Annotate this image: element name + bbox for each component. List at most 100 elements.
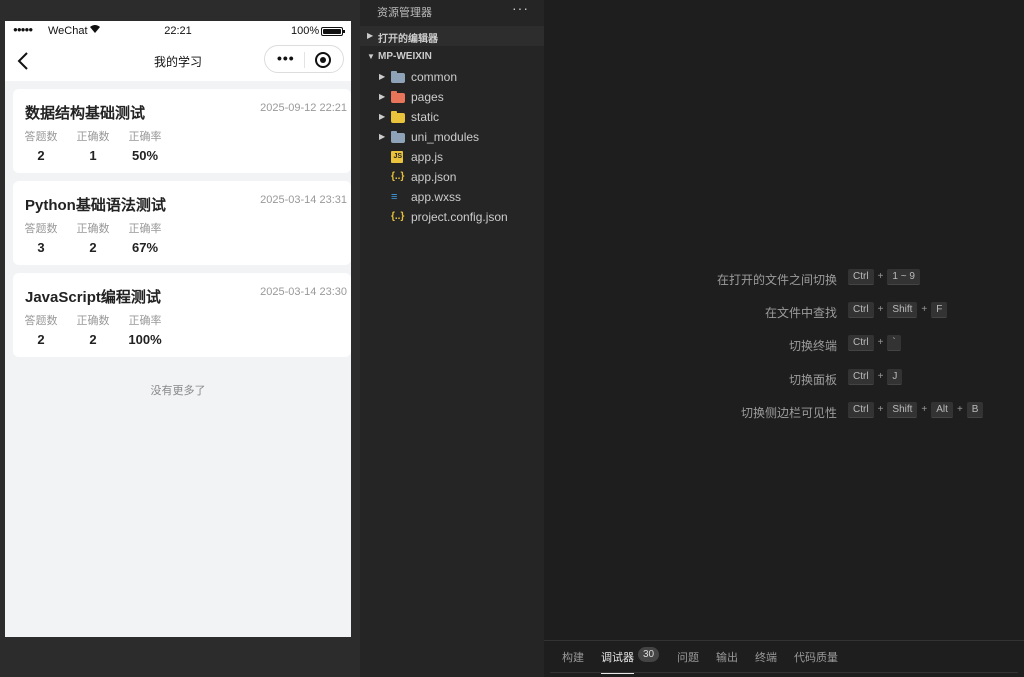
key-cap: Ctrl (848, 369, 874, 385)
shortcut-keys: Ctrl + J (848, 369, 903, 385)
shortcut-keys: Ctrl + ` (848, 335, 901, 351)
tab-debugger[interactable]: 调试器 (601, 649, 634, 674)
stat-accuracy: 正确率 67% (120, 220, 170, 255)
file-tree-item[interactable]: ▶ pages (360, 87, 544, 107)
section-label: MP-WEIXIN (378, 51, 432, 62)
key-cap: F (931, 302, 948, 318)
stat-value: 2 (37, 148, 45, 163)
file-tree-item[interactable]: {..} app.json (360, 167, 544, 187)
shortcut-row: 切换侧边栏可见性 Ctrl + Shift + Alt + B (544, 401, 1024, 421)
chevron-right-icon: ▶ (379, 132, 386, 141)
folder-icon (391, 131, 405, 143)
key-cap: Alt (931, 402, 953, 418)
file-tree-item[interactable]: ▶ static (360, 107, 544, 127)
plus-sign: + (877, 304, 884, 315)
tab-output[interactable]: 输出 (716, 649, 738, 665)
key-cap: B (966, 402, 984, 418)
close-miniprogram-icon[interactable] (315, 52, 331, 68)
more-actions-icon[interactable]: ··· (512, 0, 529, 16)
project-section[interactable]: ▼ MP-WEIXIN (360, 47, 544, 67)
record-title: 数据结构基础测试 (25, 105, 146, 122)
folder-static-icon (391, 111, 405, 123)
key-cap: ` (887, 335, 901, 351)
shortcut-row: 在打开的文件之间切换 Ctrl +1 ~ 9 (544, 268, 1024, 288)
panel-content-strip (550, 672, 1018, 677)
stat-answered: 答题数 2 (16, 312, 66, 347)
file-tree-item[interactable]: ≡ app.wxss (360, 187, 544, 207)
stat-accuracy: 正确率 50% (120, 128, 170, 163)
list-end-text: 没有更多了 (150, 385, 206, 397)
key-cap: Ctrl (848, 302, 874, 318)
record-date: 2025-09-12 22:21 (260, 102, 347, 114)
status-bar: ●●●●● WeChat 22:21 100% (5, 21, 351, 41)
plus-sign: + (921, 304, 928, 315)
record-card[interactable]: Python基础语法测试 2025-03-14 23:31 答题数 3 正确数 2 … (13, 181, 351, 265)
file-tree-label: common (411, 70, 458, 84)
shortcut-keys: Ctrl +1 ~ 9 (848, 269, 920, 285)
chevron-right-icon: ▶ (379, 112, 386, 121)
shortcut-name: 切换终端 (788, 339, 837, 353)
file-tree-item[interactable]: JS app.js (360, 147, 544, 167)
file-tree-item[interactable]: ▶ common (360, 67, 544, 87)
plus-sign: + (877, 337, 884, 348)
shortcut-name: 在文件中查找 (764, 306, 837, 320)
stat-label: 答题数 (24, 223, 58, 235)
shortcut-name: 切换侧边栏可见性 (740, 406, 837, 420)
file-tree-item[interactable]: ▶ uni_modules (360, 127, 544, 147)
tab-build[interactable]: 构建 (562, 649, 584, 665)
tab-code-quality[interactable]: 代码质量 (794, 649, 838, 665)
stat-accuracy: 正确率 100% (120, 312, 170, 347)
file-tree-label: app.json (411, 170, 457, 184)
key-cap: Ctrl (848, 335, 874, 351)
stat-answered: 答题数 2 (16, 128, 66, 163)
stat-value: 2 (89, 240, 97, 255)
stat-value: 67% (131, 240, 159, 255)
explorer-title: 资源管理器 (377, 7, 432, 19)
record-card[interactable]: 数据结构基础测试 2025-09-12 22:21 答题数 2 正确数 1 正确率 5… (13, 89, 351, 173)
menu-capsule: ••• (264, 45, 344, 73)
editor-area: 在打开的文件之间切换 Ctrl +1 ~ 9 在文件中查找 Ctrl + Shift + F 切换… (544, 0, 1024, 640)
phone-screen: ●●●●● WeChat 22:21 100% 我的学习 ••• 数据结构基础测… (5, 21, 351, 637)
stat-label: 正确数 (76, 131, 110, 143)
stat-label: 正确数 (76, 223, 110, 235)
open-editors-section[interactable]: ▶ 打开的编辑器 (360, 26, 544, 46)
tab-terminal[interactable]: 终端 (755, 649, 777, 665)
key-cap: J (887, 369, 903, 385)
stat-value: 2 (89, 332, 97, 347)
shortcut-name: 在打开的文件之间切换 (716, 273, 837, 287)
stat-value: 1 (89, 148, 97, 163)
plus-sign: + (877, 271, 884, 282)
stat-value: 50% (131, 148, 159, 163)
tab-problems[interactable]: 问题 (677, 649, 699, 665)
battery-icon (321, 27, 345, 36)
plus-sign: + (921, 404, 928, 415)
file-tree-label: project.config.json (411, 210, 508, 224)
record-date: 2025-03-14 23:31 (260, 194, 347, 206)
file-tree-item[interactable]: {..} project.config.json (360, 207, 544, 227)
key-cap: Ctrl (848, 402, 874, 418)
simulator-panel: ●●●●● WeChat 22:21 100% 我的学习 ••• 数据结构基础测… (0, 0, 360, 677)
stat-value: 2 (37, 332, 45, 347)
shortcut-name: 切换面板 (788, 373, 837, 387)
stat-answered: 答题数 3 (16, 220, 66, 255)
shortcut-keys: Ctrl + Shift + F (848, 302, 948, 318)
plus-sign: + (877, 404, 884, 415)
stat-label: 正确率 (128, 315, 162, 327)
record-title: JavaScript编程测试 (25, 289, 161, 306)
js-file-icon: JS (391, 151, 403, 163)
stat-label: 正确率 (128, 131, 162, 143)
nav-bar: 我的学习 ••• (5, 41, 351, 81)
more-menu-icon[interactable]: ••• (277, 50, 295, 66)
file-tree-label: app.wxss (411, 190, 462, 204)
stat-correct: 正确数 2 (68, 312, 118, 347)
plus-sign: + (956, 404, 963, 415)
stat-label: 答题数 (24, 315, 58, 327)
file-tree-label: app.js (411, 150, 444, 164)
record-card[interactable]: JavaScript编程测试 2025-03-14 23:30 答题数 2 正确数… (13, 273, 351, 357)
stat-correct: 正确数 1 (68, 128, 118, 163)
record-title: Python基础语法测试 (25, 197, 166, 214)
section-label: 打开的编辑器 (378, 34, 438, 45)
key-cap: Ctrl (848, 269, 874, 285)
shortcut-row: 切换终端 Ctrl + ` (544, 334, 1024, 354)
folder-icon (391, 71, 405, 83)
